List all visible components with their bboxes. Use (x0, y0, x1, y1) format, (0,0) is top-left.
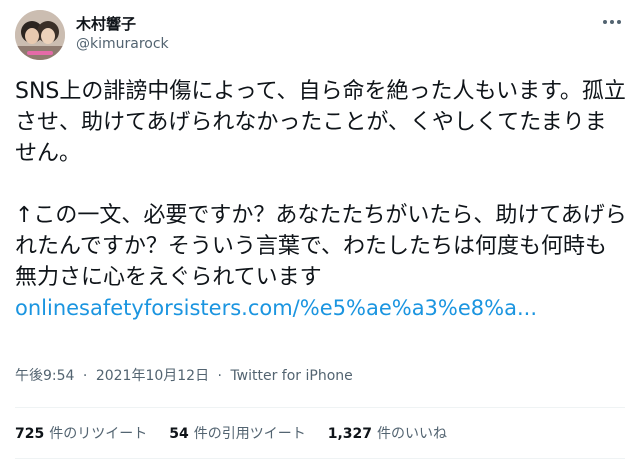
retweet-label: 件のリツイート (49, 426, 148, 442)
like-label: 件のいいね (377, 426, 448, 442)
avatar[interactable] (15, 10, 65, 60)
quote-label: 件の引用ツイート (193, 426, 306, 442)
quote-count: 54 (169, 426, 189, 442)
quotes-stat[interactable]: 54 件の引用ツイート (169, 424, 305, 444)
display-name[interactable]: 木村響子 (76, 14, 169, 34)
tweet-header: 木村響子 @kimurarock (15, 10, 625, 62)
avatar-photo-icon (15, 10, 65, 60)
tweet-paragraph: SNS上の誹謗中傷によって、自ら命を絶った人もいます。孤立させ、助けてあげられな… (15, 79, 626, 166)
user-handle[interactable]: @kimurarock (76, 34, 169, 54)
user-names: 木村響子 @kimurarock (76, 14, 169, 54)
tweet-card: 木村響子 @kimurarock SNS上の誹謗中傷によって、自ら命を絶った人も… (0, 0, 640, 467)
tweet-paragraph: ↑この一文、必要ですか？あなたたちがいたら、助けてあげられたんですか？そういう言… (15, 203, 627, 290)
tweet-link[interactable]: onlinesafetyforsisters.com/%e5%ae%a3%e8%… (15, 296, 537, 320)
tweet-stats: 725 件のリツイート 54 件の引用ツイート 1,327 件のいいね (15, 423, 469, 445)
more-horizontal-icon (603, 20, 607, 24)
likes-stat[interactable]: 1,327 件のいいね (328, 424, 447, 444)
retweet-count: 725 (15, 426, 45, 442)
divider (15, 407, 625, 408)
meta-separator: · (82, 368, 88, 384)
more-horizontal-icon (617, 20, 621, 24)
tweet-metadata: 午後9:54 · 2021年10月12日 · Twitter for iPhon… (15, 366, 353, 386)
more-horizontal-icon (610, 20, 614, 24)
tweet-date[interactable]: 2021年10月12日 (96, 368, 209, 384)
divider (15, 458, 625, 459)
more-options-button[interactable] (599, 12, 625, 32)
tweet-time[interactable]: 午後9:54 (15, 368, 74, 384)
tweet-source[interactable]: Twitter for iPhone (230, 368, 352, 384)
like-count: 1,327 (327, 426, 373, 442)
tweet-text: SNS上の誹謗中傷によって、自ら命を絶った人もいます。孤立させ、助けてあげられな… (15, 76, 627, 324)
retweets-stat[interactable]: 725 件のリツイート (15, 424, 147, 444)
meta-separator: · (217, 368, 222, 384)
